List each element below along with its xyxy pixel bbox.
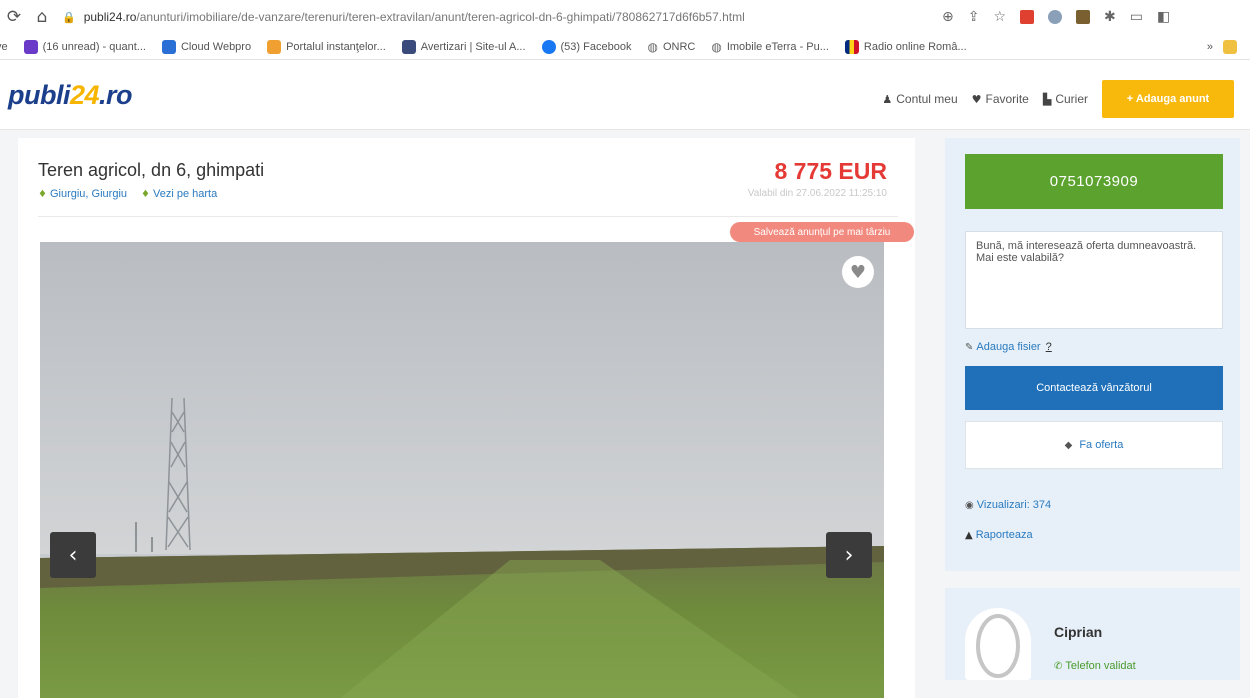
globe-icon: ◍ <box>711 39 722 54</box>
ad-valid-date: Valabil din 27.06.2022 11:25:10 <box>747 188 887 199</box>
bookmarks-bar: ve (16 unread) - quant... Cloud Webpro P… <box>0 34 1250 60</box>
message-textarea[interactable]: Bună, mă interesează oferta dumneavoastr… <box>965 231 1223 329</box>
map-link[interactable]: ♦ Vezi pe harta <box>141 188 217 200</box>
map-pin-icon: ♦ <box>141 189 150 200</box>
extension-icon[interactable] <box>1076 10 1091 24</box>
user-icon: ♟ <box>882 92 893 106</box>
ad-title: Teren agricol, dn 6, ghimpati <box>38 160 265 180</box>
url-path: /anunturi/imobiliare/de-vanzare/terenuri… <box>136 10 745 24</box>
courier-link[interactable]: ▙ Curier <box>1043 92 1088 106</box>
star-icon[interactable]: ☆ <box>993 9 1006 25</box>
bookmark-favicon-icon <box>161 39 176 54</box>
extension-icon[interactable] <box>1020 10 1035 24</box>
add-ad-button[interactable]: + Adauga anunt <box>1102 80 1234 118</box>
contact-sidebar: 0751073909 Bună, mă interesează oferta d… <box>945 138 1240 571</box>
contact-seller-button[interactable]: Contactează vânzătorul <box>965 366 1223 410</box>
bookmark-item[interactable]: ◍ ONRC <box>647 40 695 54</box>
seller-phone-status: ✆ Telefon validat <box>1054 660 1136 672</box>
ad-price: 8 775 EUR <box>774 158 887 184</box>
save-later-badge[interactable]: Salvează anunțul pe mai târziu <box>730 222 914 242</box>
next-photo-button[interactable]: › <box>826 532 872 578</box>
bookmark-favicon-icon <box>23 39 38 54</box>
media-icon[interactable]: ▭ <box>1130 9 1143 25</box>
map-pin-icon: ♦ <box>38 189 47 200</box>
phone-icon: ✆ <box>1054 661 1063 672</box>
phone-number-button[interactable]: 0751073909 <box>965 154 1223 209</box>
pencil-icon: ✎ <box>965 342 974 353</box>
account-link[interactable]: ♟ Contul meu <box>882 92 957 106</box>
url-host: publi24.ro <box>83 10 137 24</box>
prev-photo-button[interactable]: ‹ <box>50 532 96 578</box>
window-icon[interactable]: ◧ <box>1157 9 1170 25</box>
ad-location-row: ♦ Giurgiu, Giurgiu ♦ Vezi pe harta <box>38 188 217 200</box>
divider <box>38 216 898 217</box>
field-photo <box>40 242 884 698</box>
make-offer-button[interactable]: ◆ Fa oferta <box>965 421 1223 469</box>
avatar <box>965 608 1031 680</box>
bookmark-item[interactable]: ve <box>0 41 8 53</box>
extension-icon[interactable] <box>1048 10 1063 24</box>
ad-photo-gallery[interactable]: ♥ ‹ › <box>40 242 884 698</box>
browser-toolbar: ⟳ ⌂ 🔒 publi24.ro /anunturi/imobiliare/de… <box>0 0 1250 34</box>
address-bar[interactable]: 🔒 publi24.ro /anunturi/imobiliare/de-van… <box>62 4 922 30</box>
views-count: ◉ Vizualizari: 374 <box>965 499 1052 511</box>
eye-icon: ◉ <box>965 500 974 511</box>
truck-icon: ▙ <box>1042 92 1052 106</box>
avatar-placeholder-icon <box>965 608 1031 680</box>
folder-icon <box>1223 39 1237 54</box>
facebook-icon <box>541 39 556 54</box>
header-nav: ♟ Contul meu ♥ Favorite ▙ Curier + Adauga a… <box>882 80 1234 118</box>
bookmark-favicon-icon <box>401 39 416 54</box>
location-link[interactable]: ♦ Giurgiu, Giurgiu <box>38 188 127 200</box>
bookmark-item[interactable]: (16 unread) - quant... <box>23 39 146 54</box>
flag-icon <box>844 39 859 54</box>
bookmark-favicon-icon <box>267 39 282 54</box>
bookmark-item[interactable]: ◍ Imobile eTerra - Pu... <box>711 40 829 54</box>
favorite-heart-icon[interactable]: ♥ <box>842 256 874 288</box>
globe-icon: ◍ <box>647 39 658 54</box>
report-link[interactable]: ▲ Raporteaza <box>965 529 1033 541</box>
bookmark-item[interactable]: Avertizari | Site-ul A... <box>401 39 526 54</box>
bookmark-item[interactable]: Cloud Webpro <box>161 39 251 54</box>
ad-card: Teren agricol, dn 6, ghimpati ♦ Giurgiu, … <box>18 138 915 698</box>
site-logo[interactable]: publi24.ro <box>8 80 133 111</box>
translate-icon[interactable]: ⊕ <box>942 9 954 25</box>
site-header: publi24.ro ♟ Contul meu ♥ Favorite ▙ Curier… <box>0 60 1250 130</box>
bookmark-item[interactable]: Portalul instanţelor... <box>267 39 386 54</box>
puzzle-icon[interactable]: ✱ <box>1104 9 1116 25</box>
seller-card: Ciprian ✆ Telefon validat <box>945 588 1240 680</box>
help-link[interactable]: ? <box>1046 341 1052 353</box>
tag-icon: ◆ <box>1064 439 1073 451</box>
warning-icon: ▲ <box>965 530 973 541</box>
home-icon[interactable]: ⌂ <box>28 3 56 31</box>
lock-icon: 🔒 <box>62 10 76 24</box>
heart-icon: ♥ <box>971 92 982 106</box>
bookmarks-overflow[interactable]: » <box>1207 39 1242 54</box>
share-icon[interactable]: ⇪ <box>968 9 980 25</box>
seller-name: Ciprian <box>1054 624 1103 640</box>
bookmark-item[interactable]: Radio online Româ... <box>844 39 967 54</box>
bookmark-item[interactable]: (53) Facebook <box>541 39 631 54</box>
reload-icon[interactable]: ⟳ <box>0 3 28 31</box>
attach-file-link[interactable]: ✎ Adauga fisier ? <box>965 341 1052 353</box>
favorites-link[interactable]: ♥ Favorite <box>972 92 1029 106</box>
